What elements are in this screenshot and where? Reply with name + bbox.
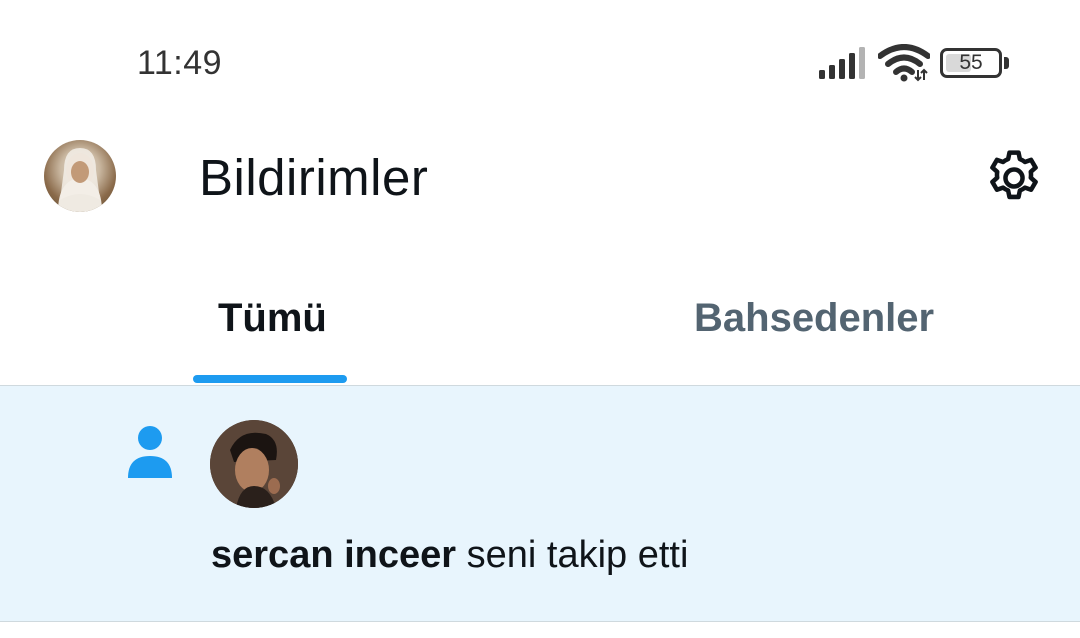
top-app-bar: Bildirimler xyxy=(0,120,1080,240)
person-icon xyxy=(128,426,172,478)
battery-level: 55 xyxy=(959,51,983,74)
notification-text: sercan inceer seni takip etti xyxy=(211,534,688,577)
status-time: 11:49 xyxy=(137,44,223,82)
notification-action: seni takip etti xyxy=(456,534,689,576)
page-title: Bildirimler xyxy=(199,149,429,206)
tab-mentions-label: Bahsedenler xyxy=(694,296,935,340)
gear-icon[interactable] xyxy=(982,146,1046,210)
profile-avatar[interactable] xyxy=(44,140,116,212)
active-tab-indicator xyxy=(193,375,347,383)
tab-all-label: Tümü xyxy=(218,296,327,340)
signal-icon xyxy=(819,47,865,79)
tab-bar: Tümü Bahsedenler xyxy=(0,260,1080,386)
user-avatar-image xyxy=(210,420,298,508)
status-bar: 11:49 55 xyxy=(0,0,1080,120)
battery-icon: 55 xyxy=(940,48,1002,78)
user-avatar[interactable] xyxy=(210,420,298,508)
profile-avatar-image xyxy=(58,148,102,212)
wifi-icon xyxy=(878,44,930,82)
battery-tip xyxy=(1004,57,1009,69)
tab-all[interactable]: Tümü xyxy=(0,260,540,386)
notification-user-name[interactable]: sercan inceer xyxy=(211,534,456,576)
notifications-screen: 11:49 55 Bildirimler Tümü Bahsedenler se… xyxy=(0,0,1080,638)
tab-mentions[interactable]: Bahsedenler xyxy=(540,260,1080,386)
notification-item[interactable]: sercan inceer seni takip etti xyxy=(0,386,1080,622)
